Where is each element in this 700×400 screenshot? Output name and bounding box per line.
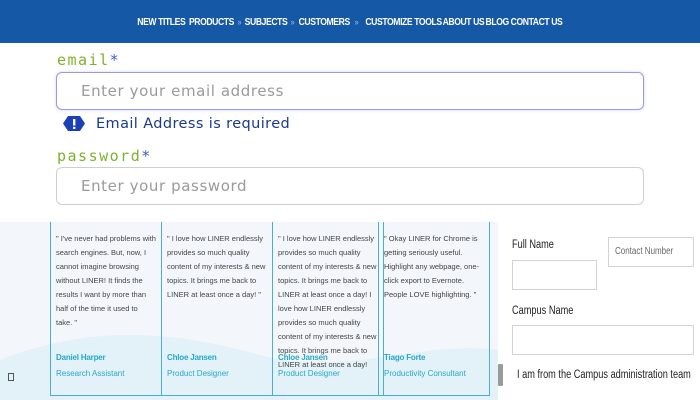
password-label: password*: [57, 147, 152, 165]
email-field[interactable]: Enter your email address: [56, 72, 644, 110]
password-placeholder: Enter your password: [81, 177, 248, 195]
full-name-field[interactable]: [512, 260, 597, 290]
login-form: email* Enter your email address Email Ad…: [0, 43, 700, 223]
nav-products[interactable]: PRODUCTS: [189, 16, 234, 28]
nav-new-titles[interactable]: NEW TITLES: [137, 16, 185, 28]
contact-number-field[interactable]: Contact Number: [608, 237, 694, 267]
nav-about-us[interactable]: ABOUT US: [442, 16, 484, 28]
alert-badge-icon: [63, 116, 85, 131]
password-label-text: password: [57, 147, 142, 165]
full-name-label: Full Name: [512, 239, 554, 251]
campus-name-field[interactable]: [512, 325, 694, 355]
email-label: email*: [57, 51, 120, 69]
testimonial-quote: " I love how LINER endlessly provides so…: [167, 234, 266, 299]
campus-admin-label: I am from the Campus administration team: [517, 369, 691, 381]
testimonials-section: " I've never had problems with search en…: [0, 222, 498, 400]
email-error: Email Address is required: [62, 115, 290, 132]
testimonial-name: Chloe Jansen: [278, 353, 328, 362]
nav-customers[interactable]: CUSTOMERS: [299, 16, 351, 28]
testimonial-quote: " Okay LINER for Chrome is getting serio…: [384, 234, 480, 299]
top-navigation: NEW TITLES PRODUCTS » SUBJECTS » CUSTOME…: [0, 0, 700, 43]
nav-customize-tools[interactable]: CUSTOMIZE TOOLS: [365, 16, 442, 28]
testimonial-card: " I've never had problems with search en…: [50, 222, 162, 396]
password-field[interactable]: Enter your password: [56, 167, 644, 205]
testimonial-card: " Okay LINER for Chrome is getting serio…: [378, 222, 490, 396]
campus-name-label: Campus Name: [512, 305, 574, 317]
testimonial-role: Research Assistant: [56, 369, 125, 378]
nav-separator: »: [290, 16, 295, 27]
testimonial-role: Product Designer: [278, 369, 340, 378]
nav-separator: »: [354, 16, 359, 27]
email-label-text: email: [57, 51, 110, 69]
testimonial-name: Chloe Jansen: [167, 353, 217, 362]
email-error-text: Email Address is required: [96, 115, 291, 132]
required-mark: *: [141, 147, 152, 165]
testimonial-role: Productivity Consultant: [384, 369, 466, 378]
testimonial-quote: " I've never had problems with search en…: [56, 234, 156, 327]
email-placeholder: Enter your email address: [81, 82, 284, 100]
testimonial-role: Product Designer: [167, 369, 229, 378]
contact-number-placeholder: Contact Number: [615, 246, 674, 257]
nav-separator: »: [237, 16, 242, 27]
nav-subjects[interactable]: SUBJECTS: [245, 16, 288, 28]
testimonial-quote: " I love how LINER endlessly provides so…: [278, 234, 377, 369]
testimonial-card: " I love how LINER endlessly provides so…: [161, 222, 273, 396]
testimonial-name: Tiago Forte: [384, 353, 426, 362]
nav-list: NEW TITLES PRODUCTS » SUBJECTS » CUSTOME…: [132, 16, 568, 28]
testimonial-card: " I love how LINER endlessly provides so…: [272, 222, 384, 396]
campus-admin-checkbox[interactable]: [8, 373, 14, 381]
required-mark: *: [109, 51, 121, 69]
nav-blog[interactable]: BLOG: [485, 16, 509, 28]
testimonial-name: Daniel Harper: [56, 353, 106, 362]
nav-contact-us[interactable]: CONTACT US: [511, 16, 563, 28]
